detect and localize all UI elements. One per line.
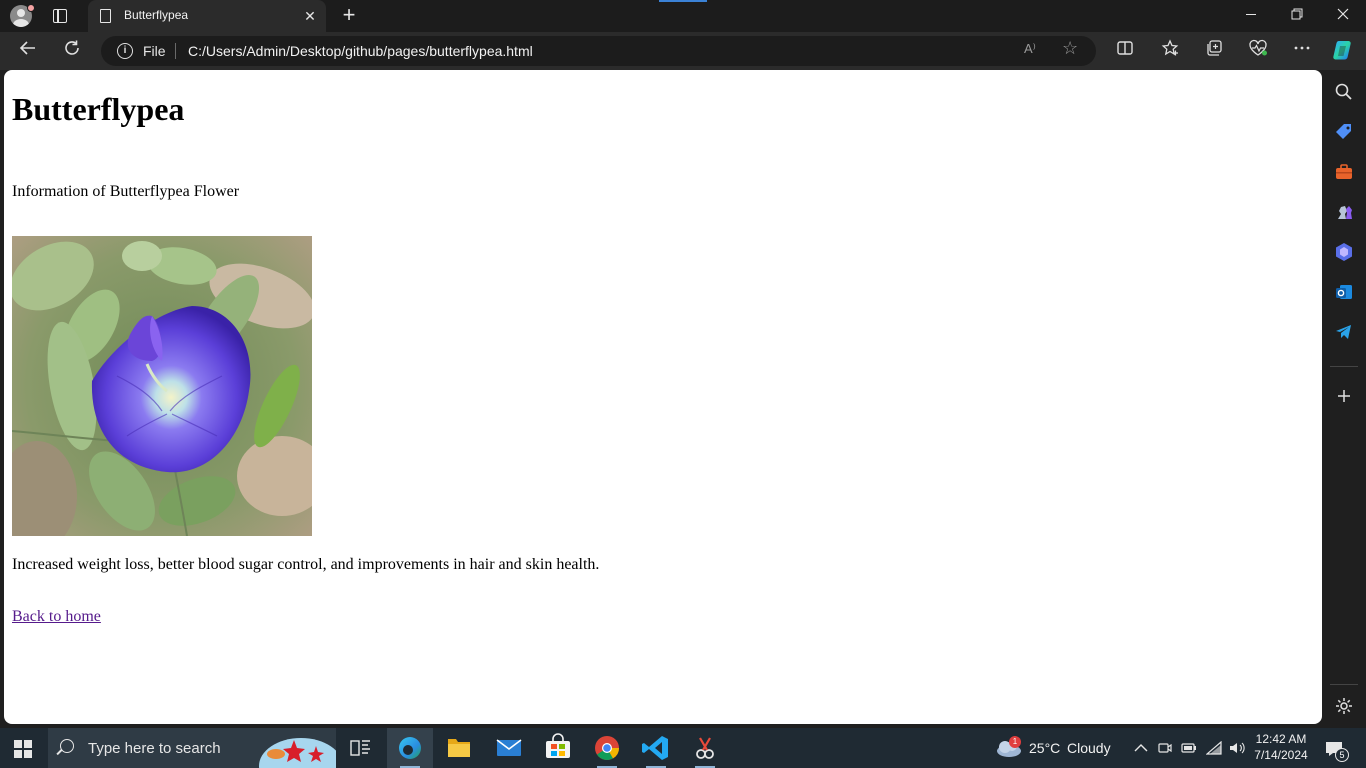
gear-icon[interactable] <box>1334 696 1354 716</box>
profile-avatar-icon[interactable] <box>9 4 35 28</box>
windows-start-icon[interactable] <box>14 740 32 758</box>
clock-time: 12:42 AM <box>1255 732 1307 746</box>
tools-briefcase-icon[interactable] <box>1334 162 1354 182</box>
restore-button[interactable] <box>1274 0 1320 32</box>
snipping-tool-icon[interactable] <box>682 728 728 768</box>
clock[interactable]: 12:42 AM 7/14/2024 <box>1252 728 1310 768</box>
page-title: Butterflypea <box>12 91 185 127</box>
weather-condition: Cloudy <box>1067 740 1111 756</box>
back-to-home-link[interactable]: Back to home <box>12 608 101 626</box>
battery-icon[interactable] <box>1180 728 1198 768</box>
site-info-icon[interactable]: i <box>117 43 133 59</box>
weather-widget[interactable]: 1 25°C Cloudy <box>996 728 1121 768</box>
clock-date: 7/14/2024 <box>1254 748 1308 762</box>
search-icon <box>60 739 74 753</box>
favorite-star-icon[interactable]: ☆ <box>1062 38 1078 59</box>
notification-center-icon[interactable]: 5 <box>1322 728 1352 768</box>
outlook-icon[interactable] <box>1334 282 1354 302</box>
new-tab-button[interactable]: + <box>338 4 360 27</box>
send-telegram-icon[interactable] <box>1334 322 1354 342</box>
intro-text: Information of Butterflypea Flower <box>12 183 240 200</box>
collections-icon[interactable] <box>1201 38 1227 64</box>
shopping-tag-icon[interactable] <box>1334 122 1354 142</box>
weather-alert-badge: 1 <box>1009 736 1021 748</box>
scheme-label[interactable]: File <box>143 43 166 59</box>
accent-indicator <box>659 0 707 2</box>
butterflypea-flower-image <box>12 236 312 536</box>
edge-sidebar <box>1322 70 1366 724</box>
weather-temp: 25°C <box>1029 740 1061 756</box>
search-placeholder: Type here to search <box>88 740 221 757</box>
add-icon[interactable] <box>1334 386 1354 406</box>
sidebar-divider <box>1330 684 1358 685</box>
address-separator <box>175 43 176 59</box>
tab-actions-icon[interactable] <box>50 6 70 26</box>
microsoft-store-icon[interactable] <box>535 728 581 768</box>
read-aloud-icon[interactable]: A⁾ <box>1024 41 1036 57</box>
browser-toolbar: i File C:/Users/Admin/Desktop/github/pag… <box>0 32 1366 70</box>
description-text: Increased weight loss, better blood suga… <box>12 556 600 573</box>
show-hidden-icons-chevron-icon[interactable] <box>1132 728 1150 768</box>
page-viewport: Butterflypea Information of Butterflypea… <box>4 70 1322 724</box>
refresh-icon[interactable] <box>59 38 85 64</box>
minimize-button[interactable] <box>1228 0 1274 32</box>
taskbar: Type here to search 1 25°C Cloudy 12:42 … <box>0 728 1366 768</box>
file-explorer-icon[interactable] <box>436 728 482 768</box>
close-window-button[interactable] <box>1320 0 1366 32</box>
tab-title: Butterflypea <box>124 8 189 22</box>
games-icon[interactable] <box>1334 202 1354 222</box>
meet-now-icon[interactable] <box>1157 728 1173 768</box>
split-screen-icon[interactable] <box>1112 38 1138 64</box>
notification-count-badge: 5 <box>1335 748 1349 762</box>
close-tab-icon[interactable]: ✕ <box>302 8 318 24</box>
wifi-icon[interactable] <box>1205 728 1223 768</box>
page-icon <box>100 9 111 23</box>
sidebar-divider <box>1330 366 1358 367</box>
task-view-icon[interactable] <box>337 728 383 768</box>
address-bar[interactable]: i File C:/Users/Admin/Desktop/github/pag… <box>101 36 1096 66</box>
search-icon[interactable] <box>1334 82 1354 102</box>
search-highlight-illustration <box>256 728 336 768</box>
copilot-sidebar-icon[interactable] <box>1334 242 1354 262</box>
favorites-icon[interactable] <box>1157 38 1183 64</box>
browser-essentials-icon[interactable] <box>1245 38 1271 64</box>
tab-strip: Butterflypea ✕ + <box>0 0 1366 32</box>
mail-icon[interactable] <box>486 728 532 768</box>
copilot-icon[interactable] <box>1330 38 1356 64</box>
taskbar-search-box[interactable]: Type here to search <box>48 728 336 768</box>
volume-icon[interactable] <box>1228 728 1246 768</box>
vscode-icon[interactable] <box>633 728 679 768</box>
settings-more-icon[interactable] <box>1289 38 1315 64</box>
chrome-icon[interactable] <box>584 728 630 768</box>
url-text[interactable]: C:/Users/Admin/Desktop/github/pages/butt… <box>188 43 533 59</box>
back-icon[interactable] <box>15 38 41 64</box>
taskbar-edge-icon[interactable] <box>387 728 433 768</box>
tab-butterflypea[interactable]: Butterflypea ✕ <box>88 0 326 32</box>
